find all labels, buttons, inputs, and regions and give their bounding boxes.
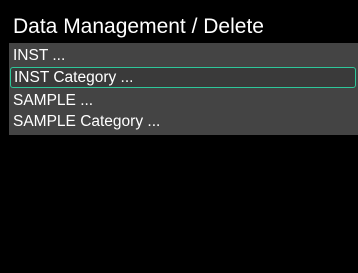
menu-item-inst[interactable]: INST ... <box>9 45 358 66</box>
menu-item-inst-category[interactable]: INST Category ... <box>10 67 356 88</box>
delete-menu-list: INST ... INST Category ... SAMPLE ... SA… <box>9 43 358 135</box>
menu-item-sample-category[interactable]: SAMPLE Category ... <box>9 111 358 132</box>
page-title: Data Management / Delete <box>13 15 264 38</box>
data-management-delete-screen: Data Management / Delete INST ... INST C… <box>0 0 358 273</box>
menu-item-sample[interactable]: SAMPLE ... <box>9 90 358 111</box>
